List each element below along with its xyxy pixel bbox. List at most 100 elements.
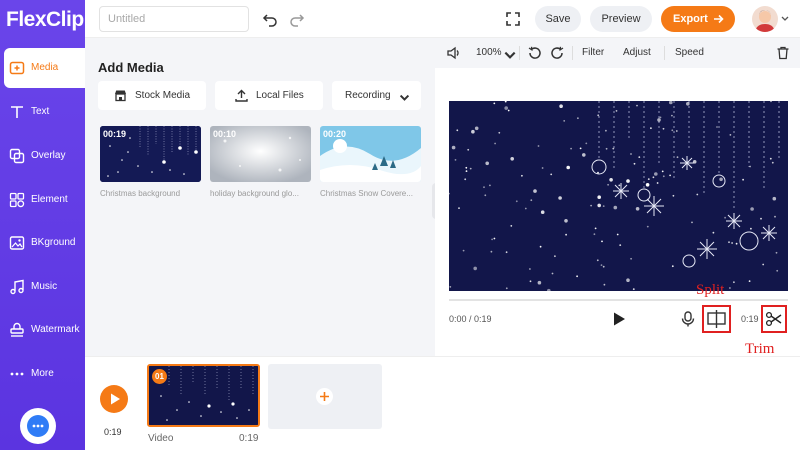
element-icon [9, 192, 25, 208]
sidebar-item-label: Text [31, 106, 50, 117]
recording-label: Recording [345, 90, 391, 101]
toolbar-divider [519, 46, 520, 60]
sidebar-item-label: Media [31, 62, 59, 73]
sidebar-item-overlay[interactable]: Overlay [0, 136, 85, 176]
media-caption: holiday background glo... [210, 189, 299, 198]
chevron-down-icon[interactable] [503, 48, 517, 62]
play-icon [111, 393, 120, 405]
timeline-clip[interactable]: 01 [147, 364, 260, 427]
sidebar-item-label: BKground [31, 237, 76, 248]
plus-icon [320, 392, 329, 401]
chat-support-button[interactable] [20, 408, 56, 444]
sidebar-item-label: More [31, 368, 54, 379]
volume-icon[interactable] [447, 46, 461, 60]
undo-icon[interactable] [262, 11, 278, 27]
trim-button[interactable] [761, 305, 787, 333]
avatar-person-icon [755, 10, 775, 32]
logo-text: FlexClip [6, 8, 84, 31]
top-toolbar: Save Preview Export [85, 0, 800, 38]
more-dots-icon [10, 372, 24, 376]
background-icon [9, 236, 25, 250]
sidebar: FlexClip Media Text Overlay Element BKgr… [0, 0, 85, 450]
panel-title: Add Media [98, 60, 164, 75]
media-duration: 00:19 [103, 129, 127, 139]
watermark-icon [10, 322, 24, 337]
sidebar-item-text[interactable]: Text [0, 92, 85, 132]
adjust-button[interactable]: Adjust [623, 47, 651, 58]
sidebar-item-label: Overlay [31, 150, 66, 161]
media-duration: 00:10 [213, 129, 237, 139]
split-icon [707, 310, 726, 328]
microphone-icon[interactable] [681, 311, 695, 327]
rotate-left-icon[interactable] [528, 46, 542, 60]
overlay-icon [9, 148, 25, 164]
speed-button[interactable]: Speed [675, 47, 704, 58]
chevron-down-icon[interactable] [781, 16, 789, 22]
store-icon [115, 90, 126, 102]
recording-dropdown[interactable]: Recording [332, 81, 421, 110]
zoom-level[interactable]: 100% [476, 47, 502, 58]
preview-area: 100% Filter Adjust Speed 0:00 / 0:19 0:1… [435, 38, 800, 357]
chat-bubble-icon [32, 424, 44, 428]
preview-toolbar: 100% Filter Adjust Speed [435, 38, 800, 68]
timeline: 0:19 01 Video 0:19 [85, 356, 800, 450]
media-panel: Add Media Stock Media Local Files Record… [85, 38, 435, 356]
chevron-down-icon [399, 94, 410, 101]
sidebar-item-music[interactable]: Music [0, 267, 85, 307]
local-files-button[interactable]: Local Files [215, 81, 323, 110]
media-thumbnail[interactable]: 00:10 [210, 126, 311, 182]
trash-icon[interactable] [776, 46, 790, 60]
sidebar-item-element[interactable]: Element [0, 180, 85, 220]
media-thumbnail[interactable]: 00:20 [320, 126, 421, 182]
arrow-right-icon [714, 14, 724, 24]
preview-button[interactable]: Preview [590, 6, 652, 32]
local-files-label: Local Files [256, 90, 304, 101]
sidebar-item-bkground[interactable]: BKground [0, 223, 85, 263]
media-plus-icon [9, 61, 25, 75]
sidebar-item-label: Element [31, 194, 68, 205]
media-thumbnail[interactable]: 00:19 [100, 126, 201, 182]
sidebar-item-media[interactable]: Media [4, 48, 85, 88]
preview-button-label: Preview [601, 13, 641, 25]
save-button-label: Save [545, 13, 571, 25]
play-icon[interactable] [611, 311, 627, 327]
split-annotation: Split [696, 282, 725, 298]
timeline-play-button[interactable] [100, 385, 128, 413]
playback-progress-bar[interactable] [449, 299, 788, 301]
export-button[interactable]: Export [661, 6, 735, 32]
split-button[interactable] [702, 305, 731, 333]
export-button-label: Export [673, 13, 708, 25]
fullscreen-icon[interactable] [505, 11, 521, 27]
app-logo[interactable]: FlexClip [6, 8, 84, 36]
media-caption: Christmas background [100, 189, 181, 198]
media-duration: 00:20 [323, 129, 347, 139]
project-title-input[interactable] [99, 6, 249, 32]
user-avatar[interactable] [752, 6, 778, 32]
text-t-icon [11, 106, 23, 118]
save-button[interactable]: Save [535, 6, 581, 32]
stock-media-button[interactable]: Stock Media [98, 81, 206, 110]
music-note-icon [10, 279, 24, 295]
sidebar-item-watermark[interactable]: Watermark [0, 310, 85, 350]
filter-button[interactable]: Filter [582, 47, 604, 58]
sidebar-item-label: Watermark [31, 324, 80, 335]
current-time: 0:00 / 0:19 [449, 314, 492, 324]
toolbar-divider [664, 46, 665, 60]
add-clip-button[interactable] [268, 364, 382, 429]
media-caption: Christmas Snow Covere... [320, 189, 413, 198]
toolbar-divider [572, 46, 573, 60]
timeline-time: 0:19 [104, 427, 122, 437]
video-frame-image [449, 101, 788, 291]
sidebar-item-label: Music [31, 281, 58, 292]
scissors-icon [765, 311, 782, 327]
video-preview[interactable] [449, 101, 788, 291]
sidebar-item-more[interactable]: More [0, 354, 85, 394]
upload-icon [235, 89, 248, 102]
clip-number-badge: 01 [152, 369, 167, 384]
stock-media-label: Stock Media [135, 90, 191, 101]
redo-icon[interactable] [289, 11, 305, 27]
clip-name: Video [148, 433, 174, 444]
end-time: 0:19 [741, 314, 759, 324]
rotate-right-icon[interactable] [550, 46, 564, 60]
clip-duration: 0:19 [239, 433, 259, 444]
